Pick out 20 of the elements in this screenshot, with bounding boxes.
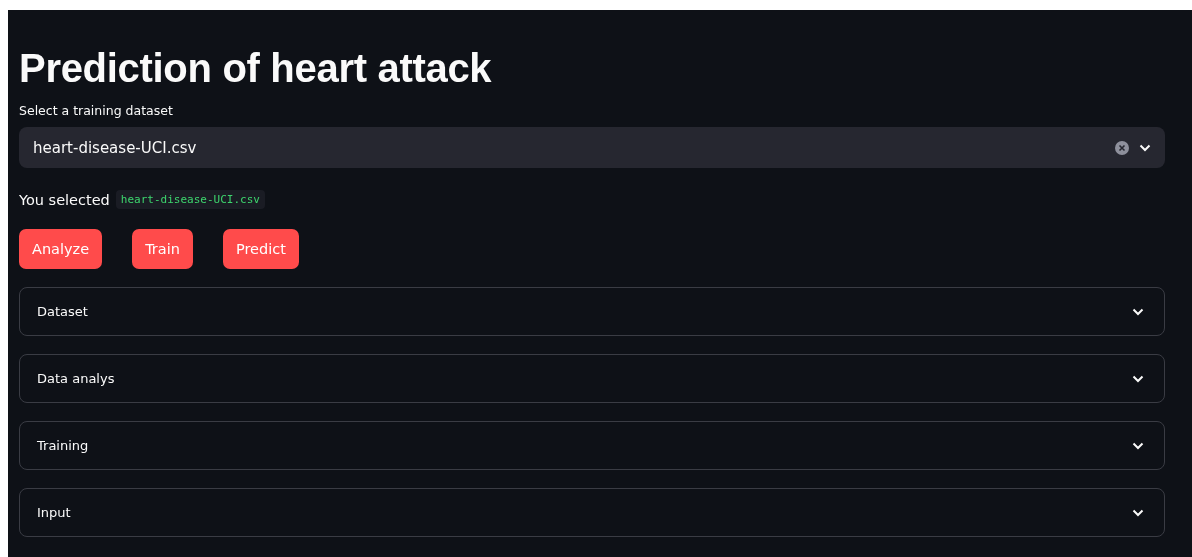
clear-icon[interactable] <box>1115 140 1129 155</box>
expander-label: Input <box>37 505 72 520</box>
page-title: Prediction of heart attack <box>19 45 493 91</box>
selected-filename: heart-disease-UCI.csv <box>115 190 265 209</box>
expander-header[interactable]: Input <box>19 488 1165 537</box>
dataset-select[interactable]: heart-disease-UCI.csv <box>19 127 1165 168</box>
chevron-down-icon <box>1132 441 1144 450</box>
expander-header[interactable]: Data analys <box>19 354 1165 403</box>
selection-text: You selected <box>19 191 110 208</box>
select-label: Select a training dataset <box>19 103 173 119</box>
select-value: heart-disease-UCI.csv <box>33 138 198 157</box>
chevron-down-icon <box>1139 143 1151 152</box>
chevron-down-icon <box>1132 307 1144 316</box>
expander-label: Data analys <box>37 371 116 386</box>
expander-label: Training <box>37 438 90 453</box>
expander-header[interactable]: Dataset <box>19 287 1165 336</box>
chevron-down-icon <box>1132 374 1144 383</box>
chevron-down-icon <box>1132 508 1144 517</box>
expander-header[interactable]: Training <box>19 421 1165 470</box>
expander-label: Dataset <box>37 304 89 319</box>
